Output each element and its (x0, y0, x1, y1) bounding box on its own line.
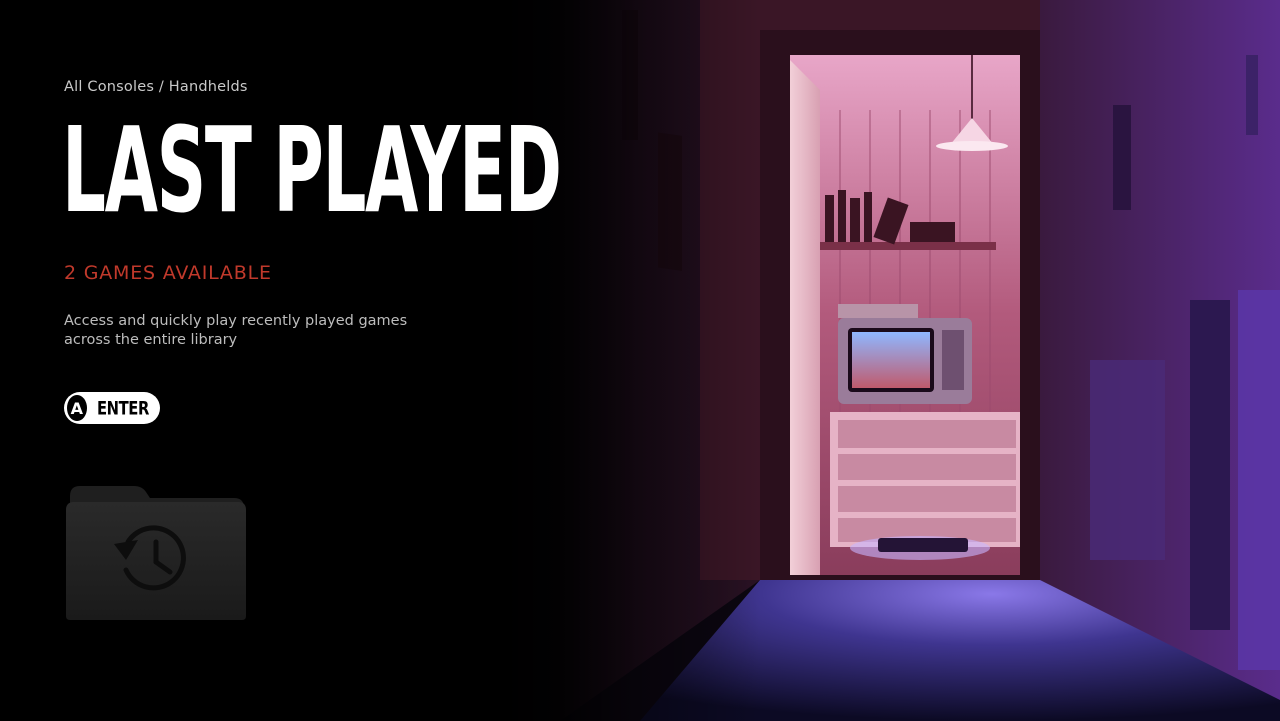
recent-history-folder-icon (66, 486, 246, 620)
collection-screen: All Consoles / Handhelds LAST PLAYED 2 G… (0, 0, 1280, 721)
enter-button[interactable]: A ENTER (64, 392, 160, 424)
description-line-2: across the entire library (64, 332, 238, 348)
a-button-icon: A (67, 395, 87, 421)
games-count: 2 GAMES AVAILABLE (64, 262, 272, 284)
breadcrumb: All Consoles / Handhelds (64, 79, 248, 95)
collection-description: Access and quickly play recently played … (64, 312, 444, 350)
description-line-1: Access and quickly play recently played … (64, 313, 408, 329)
page-title: LAST PLAYED (62, 101, 562, 240)
enter-label: ENTER (96, 396, 149, 420)
